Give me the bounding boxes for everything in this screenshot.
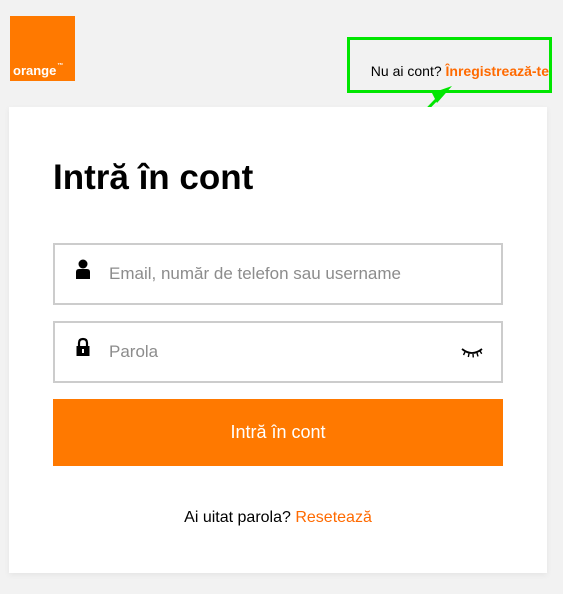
email-input[interactable] <box>109 245 449 303</box>
reset-link[interactable]: Resetează <box>295 509 372 526</box>
password-input[interactable] <box>109 323 449 381</box>
user-icon <box>76 259 90 279</box>
forgot-password: Ai uitat parola? Resetează <box>9 509 547 527</box>
login-card: Intră în cont Intră în cont Ai uitat par… <box>9 107 547 573</box>
forgot-prompt: Ai uitat parola? <box>184 509 291 526</box>
lock-icon <box>76 337 90 356</box>
password-field[interactable] <box>53 321 503 383</box>
eye-closed-icon[interactable] <box>461 347 483 359</box>
email-field[interactable] <box>53 243 503 305</box>
page-title: Intră în cont <box>53 158 254 197</box>
login-button[interactable]: Intră în cont <box>53 399 503 466</box>
